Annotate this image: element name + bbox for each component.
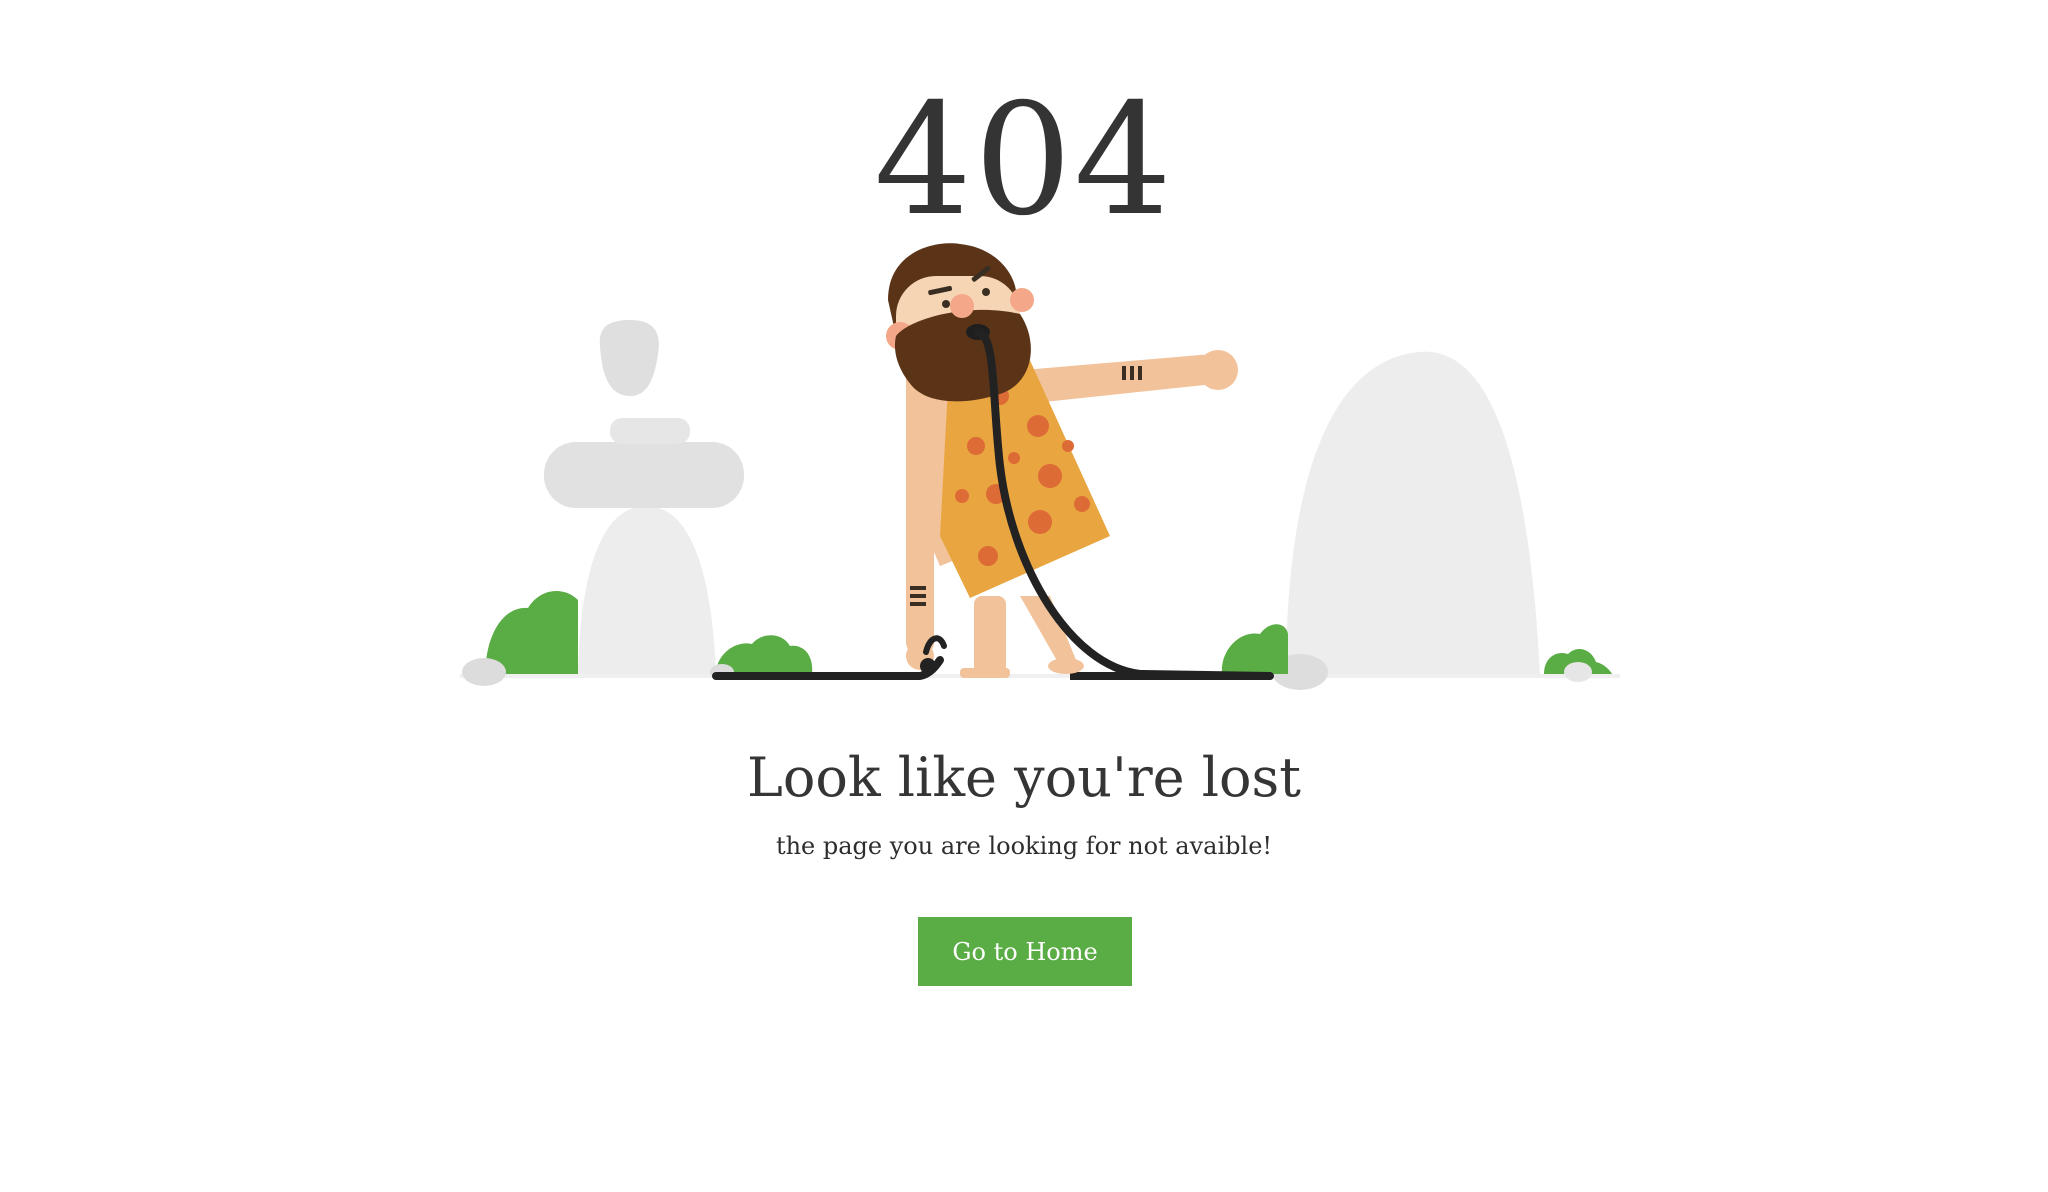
page-headline: Look like you're lost xyxy=(747,746,1301,809)
error-page: 404 Look like you're lost the page you a… xyxy=(0,0,2048,1192)
tall-rock-icon xyxy=(1272,351,1540,690)
ground-line xyxy=(460,674,1620,678)
bush-icon xyxy=(1221,624,1288,674)
error-code: 404 xyxy=(874,71,1174,250)
bush-icon xyxy=(462,590,578,686)
page-subtitle: the page you are looking for not avaible… xyxy=(775,832,1273,860)
go-to-home-button[interactable]: Go to Home xyxy=(918,917,1132,986)
caveman-icon xyxy=(886,243,1274,680)
caveman-illustration xyxy=(460,243,1620,690)
